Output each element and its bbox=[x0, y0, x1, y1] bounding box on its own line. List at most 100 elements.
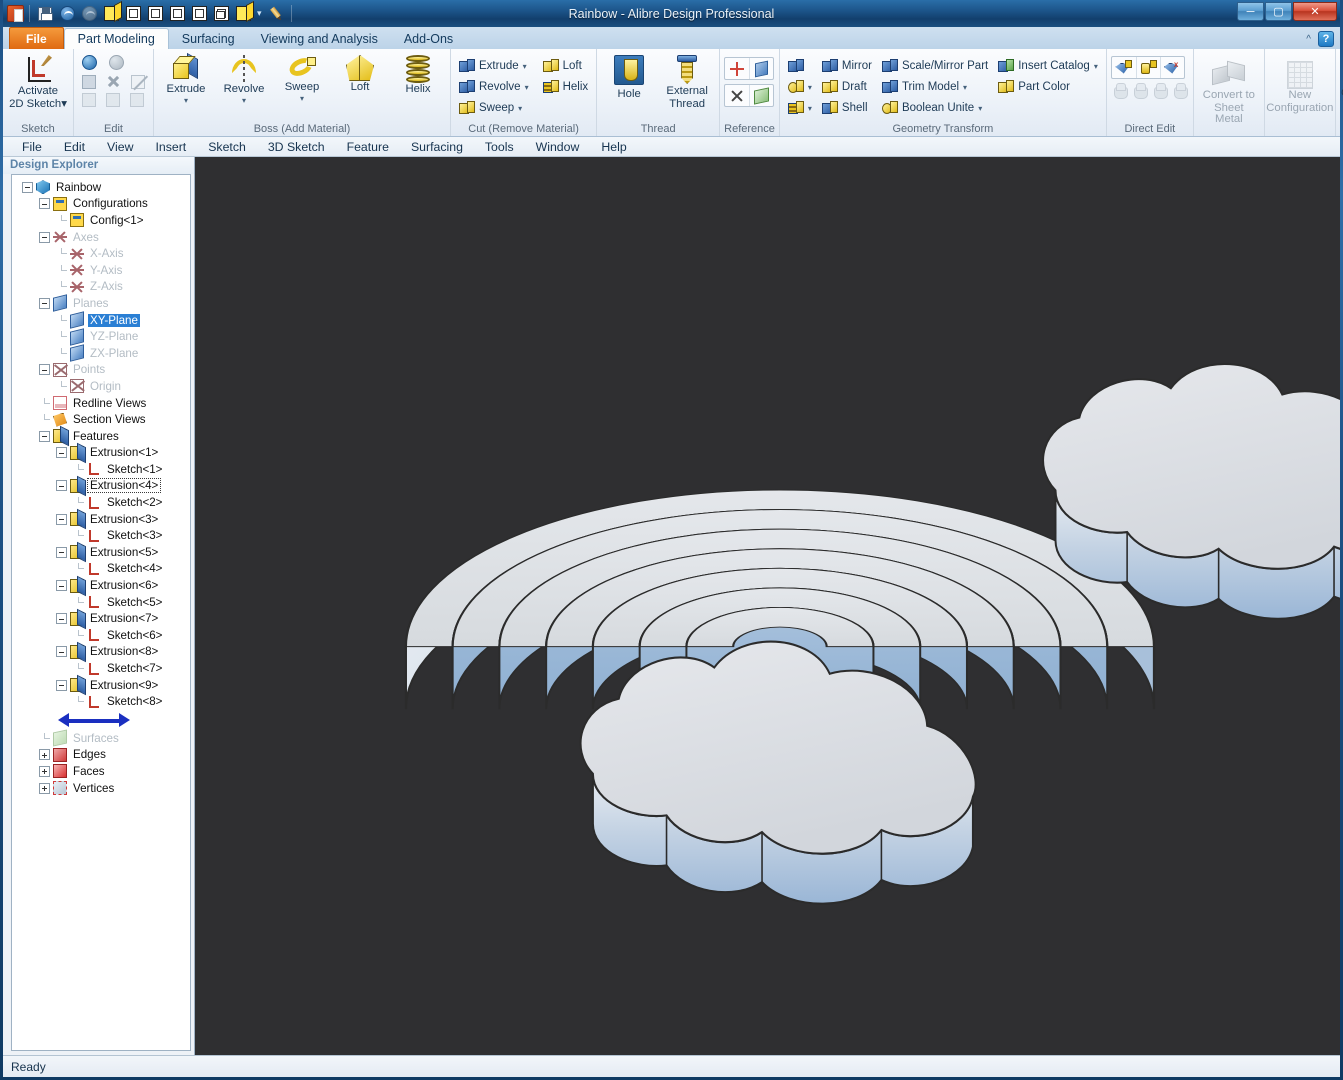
menu-feature[interactable]: Feature bbox=[336, 137, 400, 157]
tree-collapse-icon[interactable] bbox=[39, 198, 50, 210]
gt-trim-model-button[interactable]: Trim Model ▾ bbox=[878, 77, 992, 97]
boss-sweep-button[interactable]: Sweep ▾ bbox=[274, 53, 330, 104]
reference-axis-icon[interactable] bbox=[725, 58, 749, 79]
tree-collapse-icon[interactable] bbox=[39, 430, 50, 442]
view-bottom-icon[interactable] bbox=[211, 4, 231, 24]
boss-extrude-button[interactable]: Extrude ▾ bbox=[158, 52, 214, 106]
tree-node-sketch2[interactable]: Sketch<2> bbox=[14, 494, 188, 511]
tab-viewing-and-analysis[interactable]: Viewing and Analysis bbox=[248, 28, 391, 49]
menu-edit[interactable]: Edit bbox=[53, 137, 96, 157]
external-thread-button[interactable]: External Thread bbox=[659, 53, 715, 112]
view-dropdown-caret[interactable]: ▾ bbox=[255, 8, 264, 19]
redo-icon[interactable] bbox=[79, 4, 99, 24]
minimize-button[interactable]: ─ bbox=[1237, 2, 1264, 21]
tree-node-origin[interactable]: Origin bbox=[14, 378, 188, 395]
tree-node-sketch1[interactable]: Sketch<1> bbox=[14, 461, 188, 478]
gt-mirror-button[interactable]: Mirror bbox=[818, 56, 876, 76]
new-configuration-button[interactable]: New Configuration bbox=[1266, 59, 1333, 116]
tree-node-extrusion5[interactable]: Extrusion<5> bbox=[14, 544, 188, 561]
tree-collapse-icon[interactable] bbox=[56, 447, 67, 459]
gt-boolean-unite-button[interactable]: Boolean Unite ▾ bbox=[878, 98, 992, 118]
tree-collapse-icon[interactable] bbox=[56, 546, 67, 558]
undo-icon[interactable] bbox=[57, 4, 77, 24]
tree-node-extrusion9[interactable]: Extrusion<9> bbox=[14, 677, 188, 694]
menu-surfacing[interactable]: Surfacing bbox=[400, 137, 474, 157]
tree-collapse-icon[interactable] bbox=[22, 181, 33, 193]
tree-node-extrusion7[interactable]: Extrusion<7> bbox=[14, 610, 188, 627]
reference-sketch-icon[interactable] bbox=[749, 85, 773, 106]
tree-node-surfaces[interactable]: Surfaces bbox=[14, 729, 188, 747]
view-shaded-icon[interactable] bbox=[233, 4, 253, 24]
menu-tools[interactable]: Tools bbox=[474, 137, 525, 157]
ribbon-tabstrip[interactable]: File Part Modeling Surfacing Viewing and… bbox=[3, 27, 1340, 50]
3d-model-viewport[interactable] bbox=[195, 157, 1340, 1055]
tree-node-config1[interactable]: Config<1> bbox=[14, 212, 188, 229]
activate-2d-sketch-button[interactable]: Activate 2D Sketch▾ bbox=[7, 53, 69, 112]
gt-fillet-button[interactable] bbox=[784, 56, 816, 76]
tree-node-sketch7[interactable]: Sketch<7> bbox=[14, 660, 188, 677]
gt-scale-mirror-part-button[interactable]: Scale/Mirror Part bbox=[878, 56, 992, 76]
boss-revolve-button[interactable]: Revolve ▾ bbox=[216, 53, 272, 106]
quick-access-toolbar[interactable]: ▾ bbox=[3, 0, 295, 27]
cut-revolve-button[interactable]: Revolve ▾ bbox=[455, 77, 533, 97]
save-icon[interactable] bbox=[35, 4, 55, 24]
gt-shell-button[interactable]: Shell bbox=[818, 98, 876, 118]
tree-node-faces[interactable]: Faces bbox=[14, 763, 188, 780]
pencil-icon[interactable] bbox=[266, 4, 286, 24]
menu-insert[interactable]: Insert bbox=[144, 137, 197, 157]
tree-expand-icon[interactable] bbox=[39, 749, 50, 761]
reference-plane-icon[interactable] bbox=[749, 58, 773, 79]
boss-sweep-caret[interactable]: ▾ bbox=[300, 94, 304, 102]
tree-node-extrusion8[interactable]: Extrusion<8> bbox=[14, 644, 188, 661]
tree-node-sketch8[interactable]: Sketch<8> bbox=[14, 693, 188, 710]
tree-node-sketch3[interactable]: Sketch<3> bbox=[14, 527, 188, 544]
view-iso-icon[interactable] bbox=[101, 4, 121, 24]
tab-part-modeling[interactable]: Part Modeling bbox=[63, 28, 169, 50]
convert-to-sheet-metal-button[interactable]: Convert to Sheet Metal bbox=[1198, 59, 1260, 128]
menu-bar[interactable]: File Edit View Insert Sketch 3D Sketch F… bbox=[3, 137, 1340, 157]
view-back-icon[interactable] bbox=[189, 4, 209, 24]
tree-expand-icon[interactable] bbox=[39, 765, 50, 777]
reference-point-icon[interactable] bbox=[725, 85, 749, 106]
tree-collapse-icon[interactable] bbox=[56, 480, 67, 492]
tree-node-redline-views[interactable]: Redline Views bbox=[14, 395, 188, 412]
tree-node-extrusion4[interactable]: Extrusion<4> bbox=[14, 478, 188, 495]
tree-collapse-icon[interactable] bbox=[56, 679, 67, 691]
boss-extrude-caret[interactable]: ▾ bbox=[184, 96, 188, 104]
menu-help[interactable]: Help bbox=[590, 137, 637, 157]
menu-3d-sketch[interactable]: 3D Sketch bbox=[257, 137, 336, 157]
tab-add-ons[interactable]: Add-Ons bbox=[391, 28, 466, 49]
view-left-icon[interactable] bbox=[145, 4, 165, 24]
tree-node-vertices[interactable]: Vertices bbox=[14, 780, 188, 797]
tree-node-planes[interactable]: Planes bbox=[14, 294, 188, 313]
tree-collapse-icon[interactable] bbox=[56, 646, 67, 658]
tree-node-z-axis[interactable]: Z-Axis bbox=[14, 279, 188, 296]
tree-node-edges[interactable]: Edges bbox=[14, 747, 188, 764]
cut-sweep-button[interactable]: Sweep ▾ bbox=[455, 98, 533, 118]
tree-expand-icon[interactable] bbox=[39, 782, 50, 794]
tree-node-zx-plane[interactable]: ZX-Plane bbox=[14, 344, 188, 362]
tree-node-axes[interactable]: Axes bbox=[14, 229, 188, 246]
window-controls[interactable]: ─ ▢ ✕ bbox=[1237, 2, 1337, 21]
close-button[interactable]: ✕ bbox=[1293, 2, 1337, 21]
tree-node-configurations[interactable]: Configurations bbox=[14, 196, 188, 213]
boss-revolve-caret[interactable]: ▾ bbox=[242, 96, 246, 104]
view-top-icon[interactable] bbox=[167, 4, 187, 24]
boss-loft-button[interactable]: Loft bbox=[332, 53, 388, 96]
cut-extrude-button[interactable]: Extrude ▾ bbox=[455, 56, 533, 76]
tree-node-y-axis[interactable]: Y-Axis bbox=[14, 262, 188, 279]
gt-insert-catalog-button[interactable]: Insert Catalog ▾ bbox=[994, 56, 1102, 76]
gt-pattern-button[interactable]: ▾ bbox=[784, 98, 816, 118]
tree-node-features[interactable]: Features bbox=[14, 428, 188, 445]
tree-node-yz-plane[interactable]: YZ-Plane bbox=[14, 327, 188, 346]
rollback-bar[interactable] bbox=[58, 713, 130, 727]
tab-surfacing[interactable]: Surfacing bbox=[169, 28, 248, 49]
tree-node-xy-plane[interactable]: XY-Plane bbox=[14, 311, 188, 329]
tree-node-extrusion3[interactable]: Extrusion<3> bbox=[14, 511, 188, 528]
tree-collapse-icon[interactable] bbox=[39, 231, 50, 243]
view-front-icon[interactable] bbox=[123, 4, 143, 24]
tree-node-rainbow[interactable]: Rainbow bbox=[14, 179, 188, 196]
tree-node-sketch6[interactable]: Sketch<6> bbox=[14, 627, 188, 644]
hole-button[interactable]: Hole bbox=[601, 53, 657, 103]
boss-helix-button[interactable]: Helix bbox=[390, 53, 446, 98]
